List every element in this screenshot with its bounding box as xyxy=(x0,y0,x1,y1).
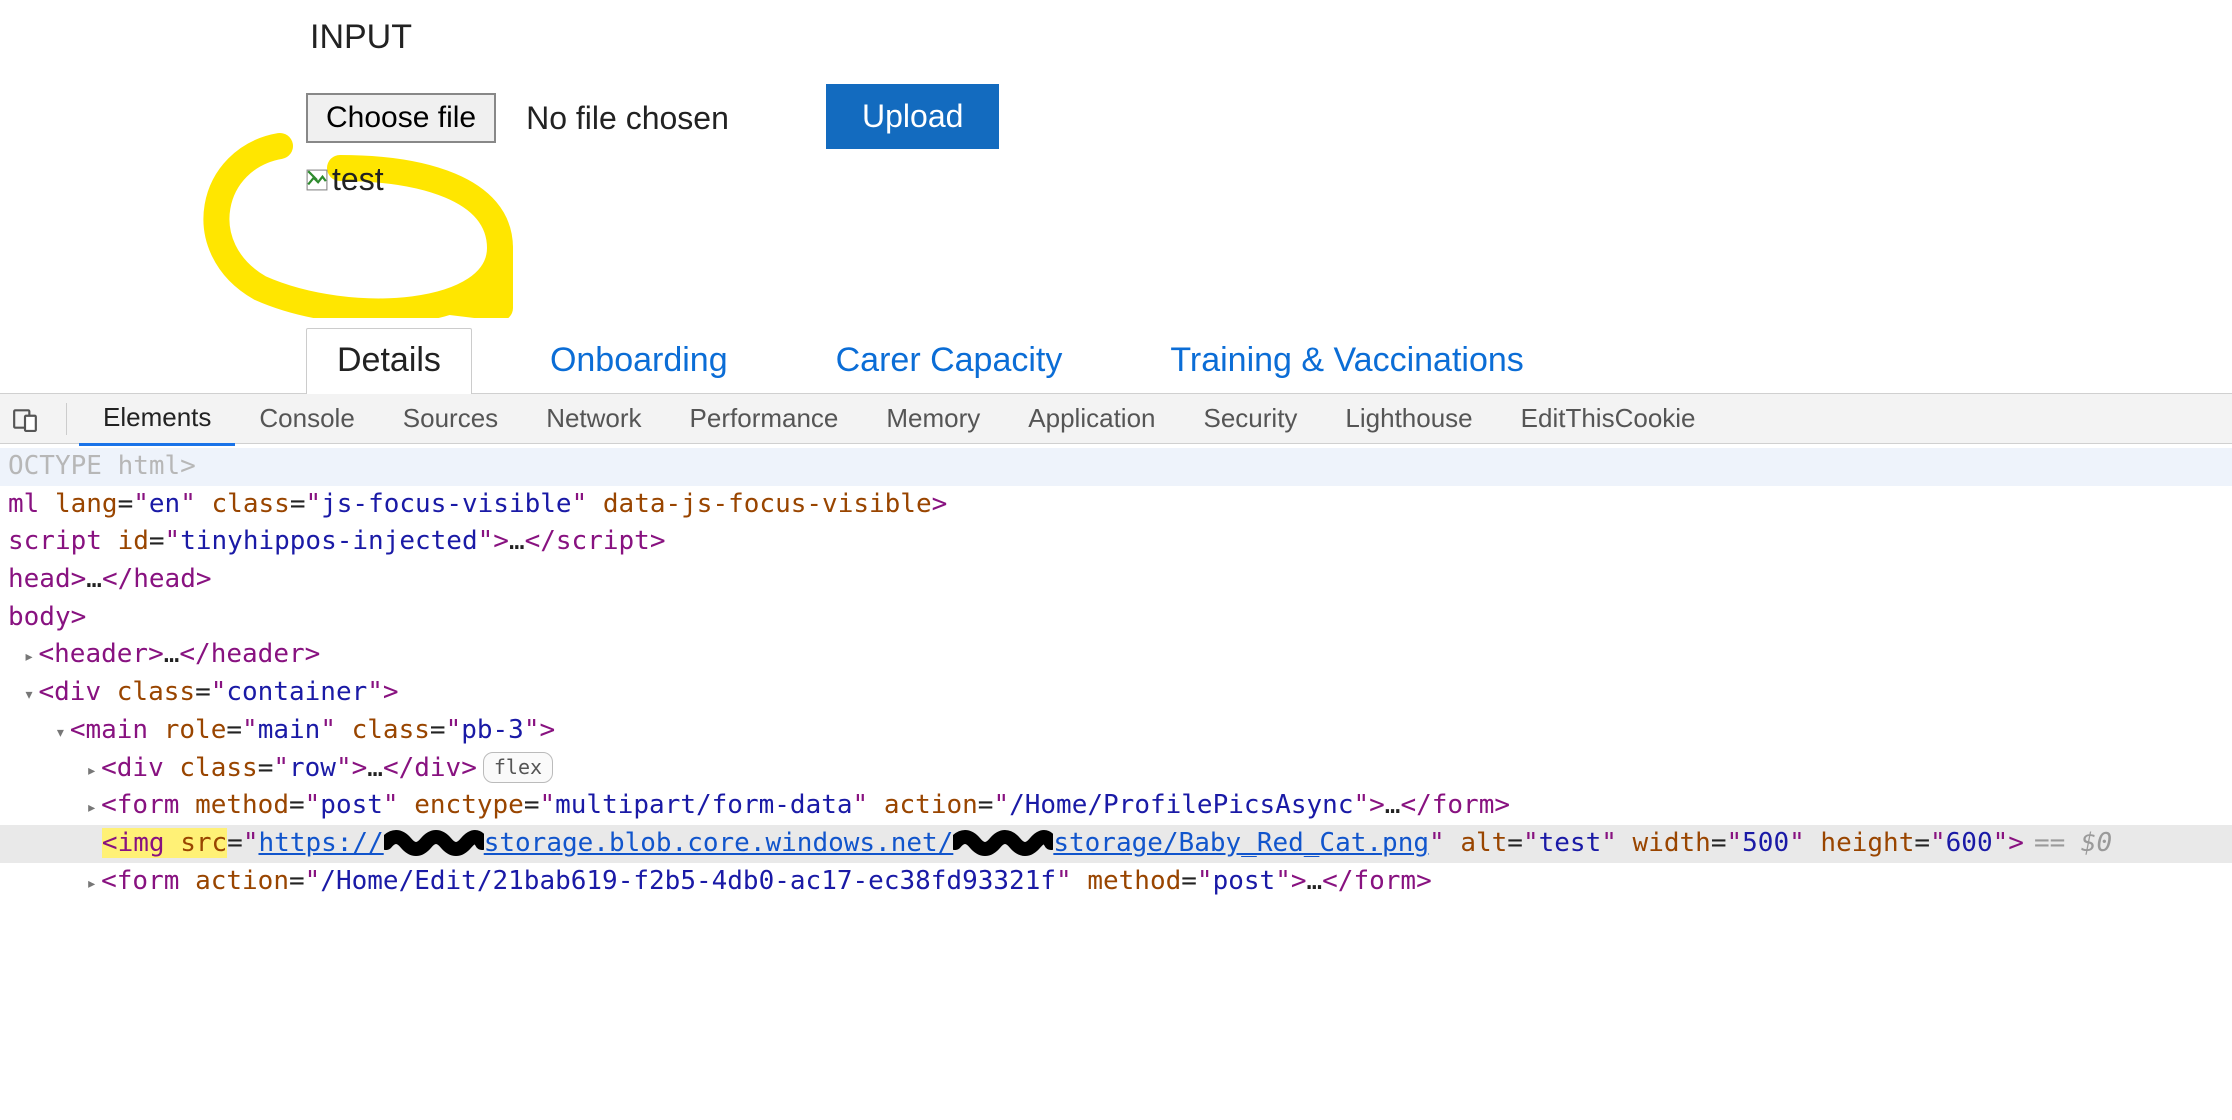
device-toggle-icon[interactable] xyxy=(10,404,40,434)
broken-image-icon xyxy=(306,169,328,191)
dom-script[interactable]: script id="tinyhippos-injected">…</scrip… xyxy=(0,523,2232,561)
devtools-tab-editthiscookie[interactable]: EditThisCookie xyxy=(1497,393,1720,444)
dom-body[interactable]: body> xyxy=(0,599,2232,637)
devtools-tab-application[interactable]: Application xyxy=(1004,393,1179,444)
devtools-tabbar: Elements Console Sources Network Perform… xyxy=(0,394,2232,444)
choose-file-button[interactable]: Choose file xyxy=(306,93,496,143)
devtools-tab-console[interactable]: Console xyxy=(235,393,378,444)
dom-tree[interactable]: OCTYPE html> ml lang="en" class="js-focu… xyxy=(0,444,2232,910)
dom-header[interactable]: <header>…</header> xyxy=(0,636,2232,674)
dom-img-selected[interactable]: <img src="https://storage.blob.core.wind… xyxy=(0,825,2232,863)
redaction-scribble xyxy=(384,825,484,863)
devtools-tab-sources[interactable]: Sources xyxy=(379,393,522,444)
dom-head[interactable]: head>…</head> xyxy=(0,561,2232,599)
tab-details[interactable]: Details xyxy=(306,328,472,394)
broken-image-alt: test xyxy=(332,161,384,198)
dom-form-edit[interactable]: <form action="/Home/Edit/21bab619-f2b5-4… xyxy=(0,863,2232,901)
devtools-tab-memory[interactable]: Memory xyxy=(862,393,1004,444)
selected-element-hint: == $0 xyxy=(2034,828,2112,858)
input-heading: INPUT xyxy=(310,18,2232,57)
dom-html-open[interactable]: ml lang="en" class="js-focus-visible" da… xyxy=(0,486,2232,524)
upload-button[interactable]: Upload xyxy=(826,84,999,149)
devtools-panel: Elements Console Sources Network Perform… xyxy=(0,393,2232,910)
dom-row-div[interactable]: <div class="row">…</div>flex xyxy=(0,750,2232,788)
dom-main[interactable]: <main role="main" class="pb-3"> xyxy=(0,712,2232,750)
devtools-tab-security[interactable]: Security xyxy=(1180,393,1322,444)
page-tabs: Details Onboarding Carer Capacity Traini… xyxy=(306,328,2232,394)
devtools-separator xyxy=(66,403,67,435)
broken-image: test xyxy=(306,161,2232,198)
redaction-scribble xyxy=(953,825,1053,863)
tab-training-vaccinations[interactable]: Training & Vaccinations xyxy=(1140,329,1553,394)
file-status-text: No file chosen xyxy=(526,100,729,137)
dom-form-upload[interactable]: <form method="post" enctype="multipart/f… xyxy=(0,787,2232,825)
tab-carer-capacity[interactable]: Carer Capacity xyxy=(806,329,1093,394)
flex-badge[interactable]: flex xyxy=(483,752,553,783)
annotation-circle xyxy=(200,128,520,318)
devtools-tab-network[interactable]: Network xyxy=(522,393,665,444)
devtools-tab-performance[interactable]: Performance xyxy=(666,393,863,444)
tab-onboarding[interactable]: Onboarding xyxy=(520,329,758,394)
dom-doctype[interactable]: OCTYPE html> xyxy=(0,448,2232,486)
devtools-tab-lighthouse[interactable]: Lighthouse xyxy=(1321,393,1496,444)
devtools-tab-elements[interactable]: Elements xyxy=(79,392,235,446)
dom-container[interactable]: <div class="container"> xyxy=(0,674,2232,712)
